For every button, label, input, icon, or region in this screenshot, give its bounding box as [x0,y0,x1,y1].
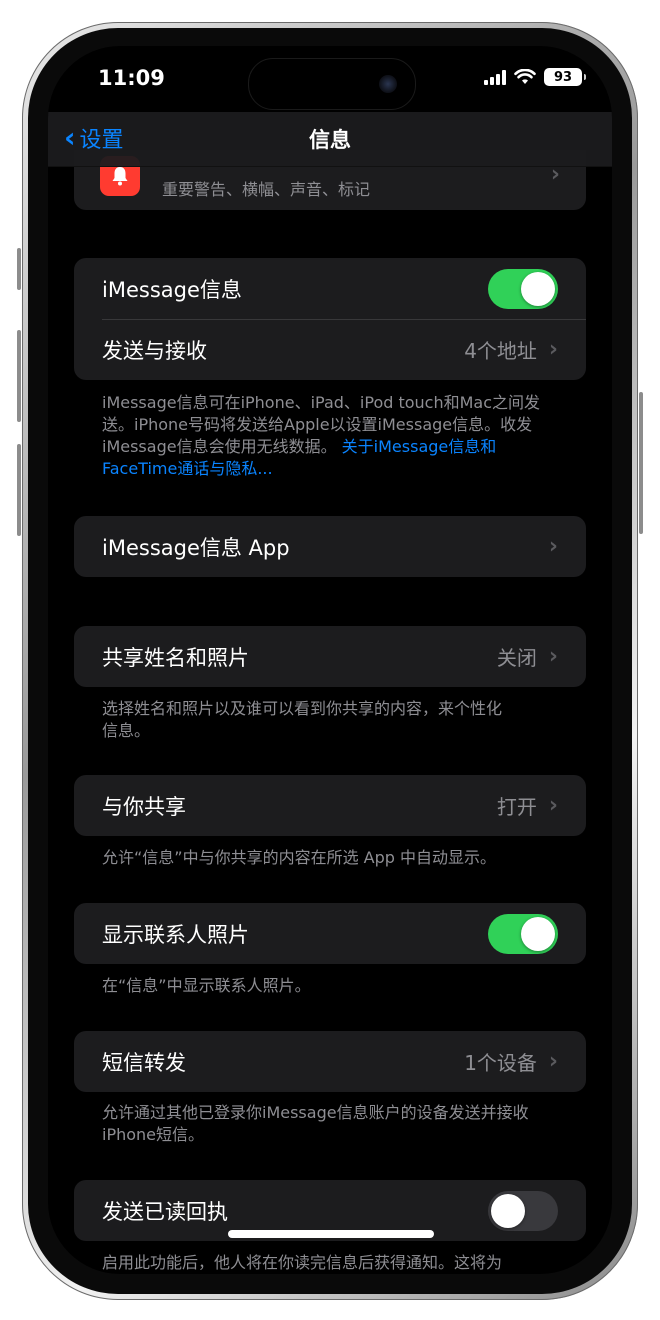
home-indicator[interactable] [228,1230,434,1238]
toggle-knob [521,916,555,951]
imessage-label: iMessage信息 [102,277,242,302]
power-button [639,392,643,534]
send-receive-label: 发送与接收 [102,338,207,363]
contact-photos-group: 显示联系人照片 [74,903,586,964]
text-forwarding-label: 短信转发 [102,1050,186,1075]
wifi-icon [514,69,536,84]
cellular-signal-icon [484,69,506,85]
contact-photos-footer: 在“信息”中显示联系人照片。 [102,976,311,995]
send-receive-value: 4个地址 [464,339,537,363]
imessage-footer: iMessage信息可在iPhone、iPad、iPod touch和Mac之间… [102,392,562,480]
action-button [17,248,21,290]
imessage-apps-row[interactable]: iMessage信息 App › [74,516,586,577]
share-name-row[interactable]: 共享姓名和照片 关闭 › [74,626,586,687]
read-receipts-label: 发送已读回执 [102,1199,228,1224]
imessage-apps-group: iMessage信息 App › [74,516,586,577]
status-icons: 93 [484,68,586,86]
imessage-group: iMessage信息 发送与接收 4个地址 › [74,258,586,380]
dynamic-island [248,58,416,110]
battery-indicator: 93 [544,68,586,86]
chevron-right-icon: › [548,337,558,362]
camera-icon [379,75,397,93]
share-name-group: 共享姓名和照片 关闭 › [74,626,586,687]
status-time: 11:09 [98,66,165,90]
toggle-knob [491,1193,525,1228]
share-name-label: 共享姓名和照片 [102,645,249,670]
text-forwarding-footer: 允许通过其他已登录你iMessage信息账户的设备发送并接收iPhone短信。 [102,1103,529,1144]
contact-photos-label: 显示联系人照片 [102,922,249,947]
share-name-value: 关闭 [496,646,537,670]
chevron-right-icon: › [548,644,558,669]
text-forwarding-row[interactable]: 短信转发 1个设备 › [74,1031,586,1092]
shared-with-you-label: 与你共享 [102,794,186,819]
read-receipts-footer: 启用此功能后，他人将在你读完信息后获得通知。这将为 [102,1253,503,1272]
screen: 11:09 93 ‹ 设置 信息 重要警告、横幅、声音、标记 › iMessag… [48,46,612,1274]
chevron-right-icon: › [548,534,558,559]
read-receipts-toggle[interactable] [488,1190,558,1231]
imessage-apps-label: iMessage信息 App [102,535,290,560]
shared-with-you-value: 打开 [496,795,537,819]
send-receive-row[interactable]: 发送与接收 4个地址 › [74,319,586,380]
volume-up-button [17,330,21,422]
chevron-right-icon: › [548,793,558,818]
contact-photos-toggle[interactable] [488,913,558,954]
chevron-right-icon: › [548,1049,558,1074]
contact-photos-row: 显示联系人照片 [74,903,586,964]
text-forwarding-group: 短信转发 1个设备 › [74,1031,586,1092]
imessage-toggle[interactable] [488,268,558,309]
volume-down-button [17,444,21,536]
toggle-knob [521,271,555,306]
shared-with-you-row[interactable]: 与你共享 打开 › [74,775,586,836]
text-forwarding-value: 1个设备 [464,1051,537,1075]
notifications-subtitle: 重要警告、横幅、声音、标记 [162,180,371,199]
shared-with-you-group: 与你共享 打开 › [74,775,586,836]
share-name-footer: 选择姓名和照片以及谁可以看到你共享的内容，来个性化信息。 [102,699,503,740]
navigation-bar: ‹ 设置 信息 [48,112,612,167]
page-title: 信息 [309,128,351,152]
imessage-toggle-row: iMessage信息 [74,258,586,319]
shared-with-you-footer: 允许“信息”中与你共享的内容在所选 App 中自动显示。 [102,848,497,867]
